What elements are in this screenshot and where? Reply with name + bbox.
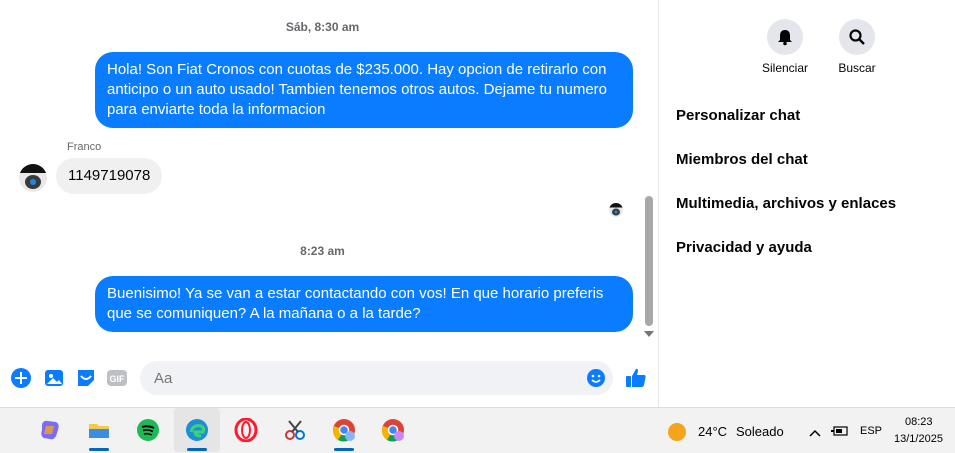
widgets-icon[interactable] xyxy=(0,416,6,444)
mute-button[interactable] xyxy=(767,19,803,55)
menu-media-files-links[interactable]: Multimedia, archivos y enlaces xyxy=(676,195,896,212)
photo-icon[interactable] xyxy=(43,367,65,389)
read-receipt-avatar xyxy=(609,203,623,217)
file-explorer-active-indicator xyxy=(89,448,109,451)
scroll-down-arrow-icon[interactable] xyxy=(644,331,654,337)
menu-customize-chat[interactable]: Personalizar chat xyxy=(676,107,800,124)
chrome-active-indicator xyxy=(334,448,354,451)
chevron-up-icon[interactable] xyxy=(808,425,822,443)
incoming-message-1[interactable]: 1149719078 xyxy=(56,158,163,194)
clock-time[interactable]: 08:23 xyxy=(905,416,933,428)
plus-icon[interactable] xyxy=(10,367,32,389)
timestamp-2: 8:23 am xyxy=(300,244,345,258)
chat-area: Sáb, 8:30 am Hola! Son Fiat Cronos con c… xyxy=(0,0,658,407)
weather-desc[interactable]: Soleado xyxy=(736,424,784,439)
gif-icon[interactable]: GIF xyxy=(106,367,128,389)
mute-label: Silenciar xyxy=(761,61,809,75)
avatar-image xyxy=(19,164,47,192)
snipping-tool-icon[interactable] xyxy=(281,416,309,444)
edge-active-indicator xyxy=(187,448,207,451)
menu-chat-members[interactable]: Miembros del chat xyxy=(676,151,808,168)
clock-date[interactable]: 13/1/2025 xyxy=(894,433,943,445)
search-button[interactable] xyxy=(839,19,875,55)
message-input-container[interactable] xyxy=(140,361,613,395)
read-receipt-icon xyxy=(609,203,623,217)
outgoing-message-1[interactable]: Hola! Son Fiat Cronos con cuotas de $235… xyxy=(95,52,633,128)
emoji-icon[interactable] xyxy=(586,368,606,393)
search-icon xyxy=(849,29,865,45)
outgoing-message-2[interactable]: Buenisimo! Ya se van a estar contactando… xyxy=(95,276,633,332)
sender-name: Franco xyxy=(67,141,102,153)
edge-icon[interactable] xyxy=(183,416,211,444)
chrome-profile-1-icon[interactable] xyxy=(330,416,358,444)
menu-privacy-help[interactable]: Privacidad y ayuda xyxy=(676,239,812,256)
language-indicator[interactable]: ESP xyxy=(860,425,882,437)
taskbar: 24°C Soleado ESP 08:23 13/1/2025 xyxy=(0,407,955,453)
sticker-icon[interactable] xyxy=(75,367,97,389)
svg-text:GIF: GIF xyxy=(110,374,126,384)
thumbs-up-icon[interactable] xyxy=(624,366,648,390)
opera-icon[interactable] xyxy=(232,416,260,444)
sun-icon[interactable] xyxy=(667,422,687,447)
file-explorer-icon[interactable] xyxy=(85,416,113,444)
battery-icon[interactable] xyxy=(831,424,849,442)
avatar[interactable] xyxy=(19,164,47,192)
copilot-icon[interactable] xyxy=(36,416,64,444)
weather-temp[interactable]: 24°C xyxy=(698,424,727,439)
bell-icon xyxy=(778,30,792,46)
message-input[interactable] xyxy=(152,369,576,388)
timestamp-1: Sáb, 8:30 am xyxy=(285,20,360,34)
chrome-profile-2-icon[interactable] xyxy=(379,416,407,444)
spotify-icon[interactable] xyxy=(134,416,162,444)
search-label: Buscar xyxy=(838,61,876,75)
scrollbar-thumb[interactable] xyxy=(645,196,653,326)
